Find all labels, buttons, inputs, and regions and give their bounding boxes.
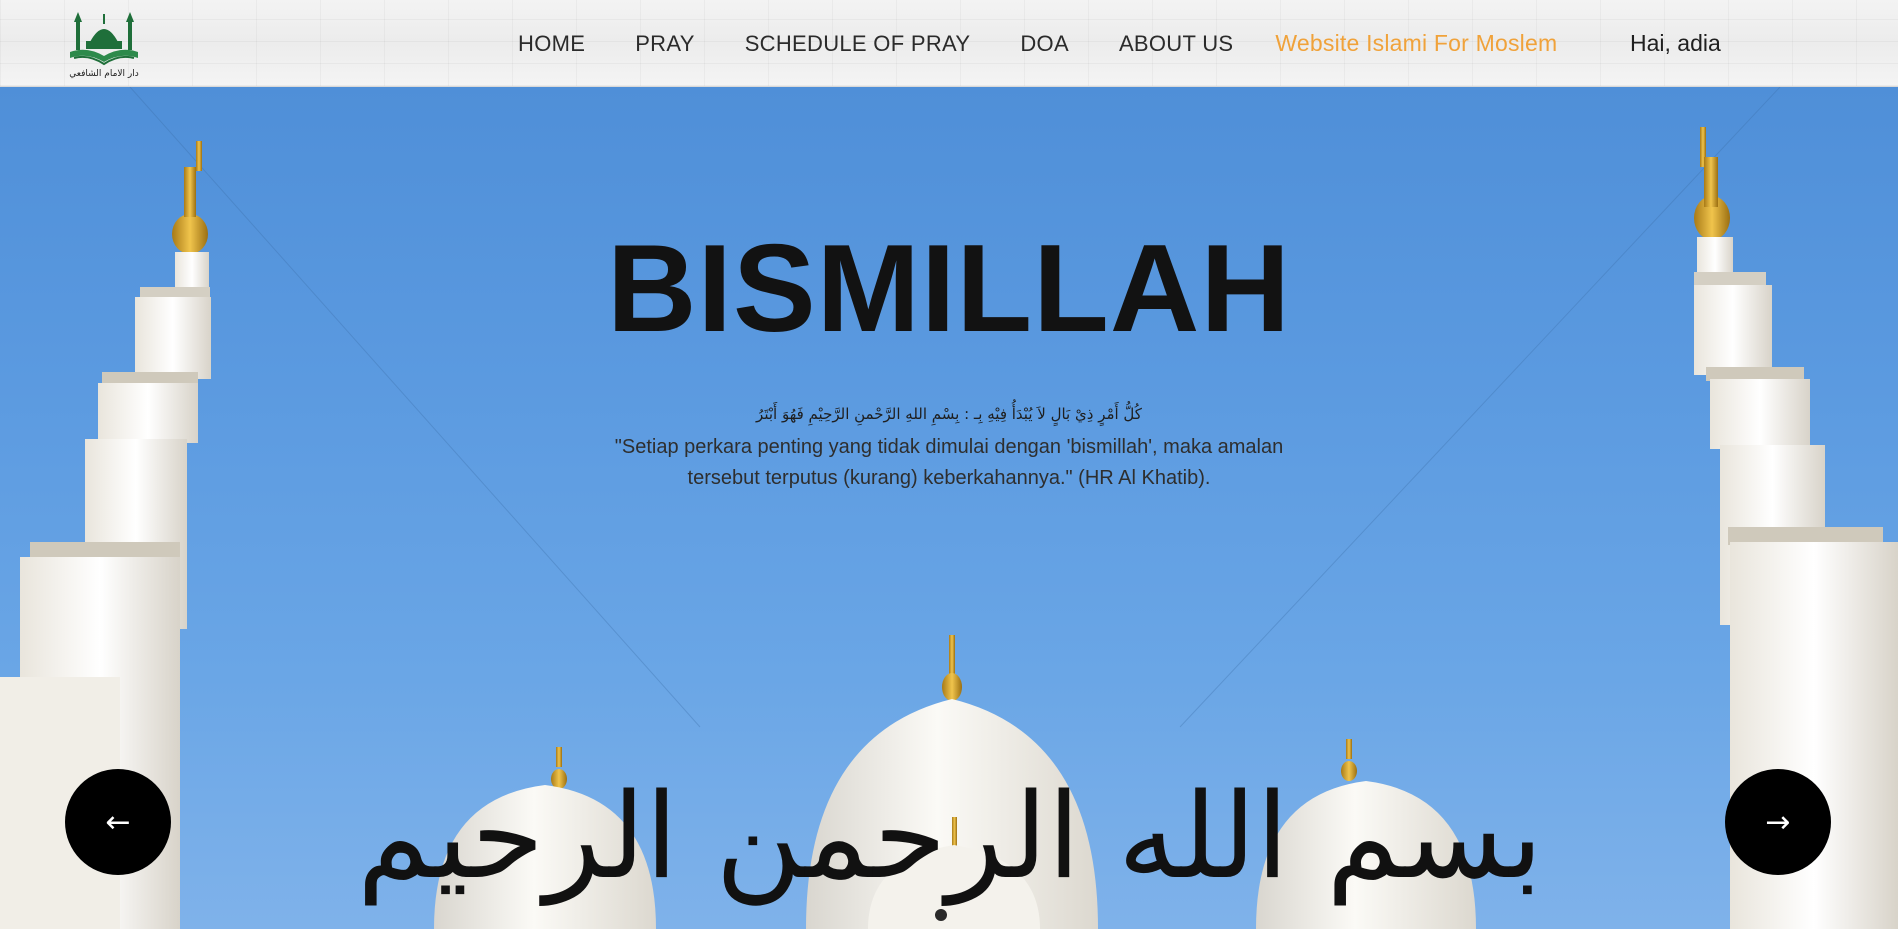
logo-caption: دار الامام الشافعي <box>69 69 139 79</box>
hero-slider: بسم الله الرحمن الرحيم BISMILLAH كُلُّ أ… <box>0 87 1898 929</box>
brand-tagline[interactable]: Website Islami For Moslem <box>1275 30 1557 57</box>
main-nav: HOME PRAY SCHEDULE OF PRAY DOA ABOUT US … <box>518 0 1557 87</box>
hero-title: BISMILLAH <box>606 220 1292 358</box>
user-greeting[interactable]: Hai, adia <box>1630 0 1721 87</box>
top-navbar: دار الامام الشافعي HOME PRAY SCHEDULE OF… <box>0 0 1898 87</box>
nav-about-us[interactable]: ABOUT US <box>1119 31 1233 57</box>
arabic-hadith: كُلُّ أَمْرٍ ذِيْ بَالٍ لاَ يُبْدَأُ فِي… <box>756 405 1142 423</box>
next-slide-button[interactable]: → <box>1725 769 1831 875</box>
nav-pray[interactable]: PRAY <box>635 31 694 57</box>
mosque-background-image: بسم الله الرحمن الرحيم <box>0 87 1898 929</box>
arrow-left-icon: ← <box>105 804 131 840</box>
bismillah-calligraphy: بسم الله الرحمن الرحيم <box>357 767 1543 906</box>
nav-schedule-of-pray[interactable]: SCHEDULE OF PRAY <box>745 31 971 57</box>
hadith-translation: "Setiap perkara penting yang tidak dimul… <box>614 436 1284 489</box>
nav-home[interactable]: HOME <box>518 31 585 57</box>
nav-doa[interactable]: DOA <box>1020 31 1069 57</box>
prev-slide-button[interactable]: ← <box>65 769 171 875</box>
mosque-logo-icon[interactable]: دار الامام الشافعي <box>60 8 148 80</box>
arrow-right-icon: → <box>1765 804 1791 840</box>
